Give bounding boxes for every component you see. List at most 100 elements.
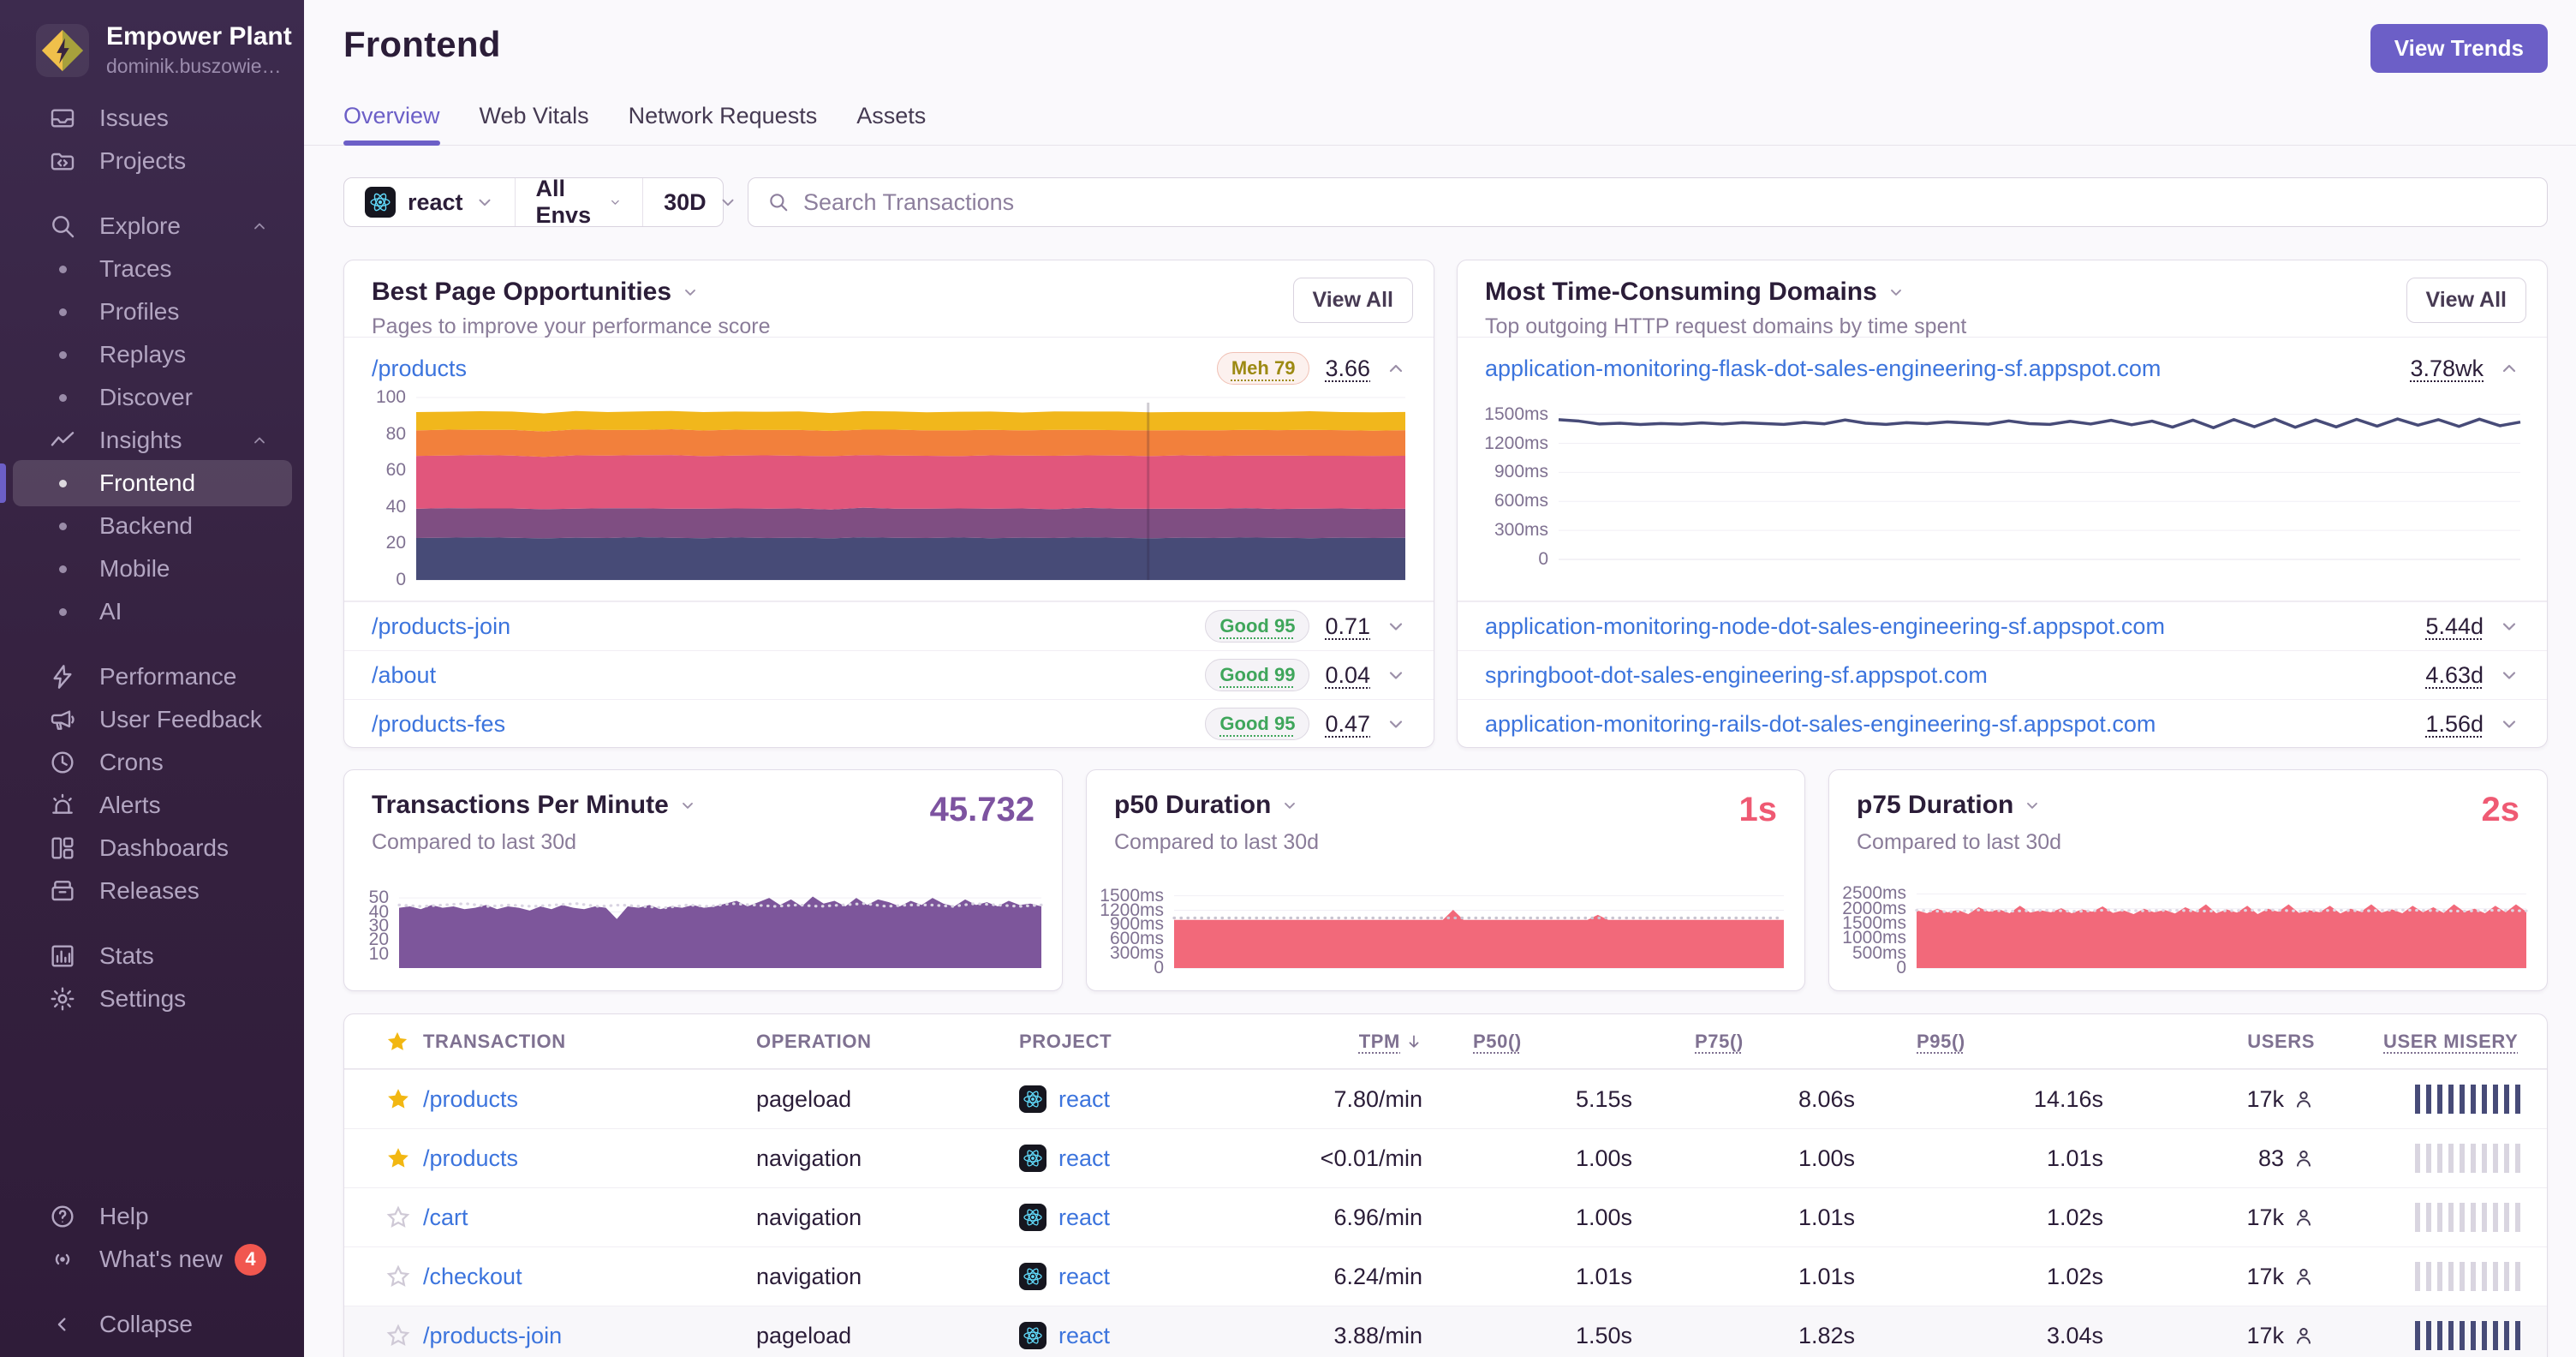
sidebar-item-dashboards[interactable]: Dashboards [0, 827, 304, 870]
transaction-link[interactable]: /products-fes [372, 711, 505, 738]
chevron-down-icon[interactable] [1281, 797, 1298, 814]
org-switcher[interactable]: Empower Plant dominik.buszowiec... [0, 0, 304, 78]
table-row[interactable]: /cart navigation react 6.96/min 1.00s 1.… [344, 1187, 2547, 1246]
domain-link[interactable]: application-monitoring-flask-dot-sales-e… [1485, 356, 2161, 382]
chevron-down-icon[interactable] [2024, 797, 2041, 814]
domain-link[interactable]: application-monitoring-rails-dot-sales-e… [1485, 711, 2156, 738]
collapse-row-icon[interactable] [1386, 358, 1406, 379]
transaction-link[interactable]: /cart [423, 1205, 468, 1230]
column-operation[interactable]: OPERATION [756, 1031, 1019, 1053]
project-link[interactable]: react [1058, 1205, 1110, 1231]
sidebar-item-insights[interactable]: Insights [0, 419, 304, 462]
sidebar-item-projects[interactable]: Projects [0, 140, 304, 182]
column-p50[interactable]: P50() [1422, 1031, 1632, 1053]
transaction-link[interactable]: /products [423, 1086, 518, 1112]
sidebar-item-frontend[interactable]: Frontend [0, 460, 304, 506]
sidebar-item-replays[interactable]: Replays [0, 333, 304, 376]
view-trends-button[interactable]: View Trends [2370, 24, 2548, 73]
table-row[interactable]: /products navigation react <0.01/min 1.0… [344, 1128, 2547, 1187]
chevron-down-icon[interactable] [682, 284, 699, 301]
chevron-down-icon[interactable] [1887, 284, 1905, 301]
transaction-link[interactable]: /products-join [372, 613, 510, 640]
transaction-link[interactable]: /about [372, 662, 436, 689]
expand-row-icon[interactable] [1386, 616, 1406, 637]
star-icon [387, 1031, 408, 1050]
sidebar-item-profiles[interactable]: Profiles [0, 290, 304, 333]
star-toggle[interactable] [385, 1323, 423, 1348]
environment-filter-dropdown[interactable]: All Envs [514, 176, 643, 228]
sidebar-item-ai[interactable]: AI [0, 590, 304, 633]
sidebar-collapse-button[interactable]: Collapse [0, 1303, 304, 1346]
sidebar-item-settings[interactable]: Settings [0, 977, 304, 1020]
domain-link[interactable]: application-monitoring-node-dot-sales-en… [1485, 613, 2165, 640]
metric-title: p75 Duration [1857, 791, 2014, 819]
column-transaction[interactable]: TRANSACTION [423, 1031, 756, 1053]
table-row[interactable]: /checkout navigation react 6.24/min 1.01… [344, 1246, 2547, 1306]
bullet-icon [58, 565, 67, 573]
sidebar-item-help[interactable]: Help [0, 1195, 304, 1238]
sidebar-item-performance[interactable]: Performance [0, 655, 304, 698]
star-toggle[interactable] [385, 1145, 423, 1171]
sidebar-item-traces[interactable]: Traces [0, 248, 304, 290]
sidebar-item-backend[interactable]: Backend [0, 505, 304, 547]
expand-row-icon[interactable] [2499, 616, 2519, 637]
sidebar-item-user-feedback[interactable]: User Feedback [0, 698, 304, 741]
column-users[interactable]: USERS [2103, 1031, 2315, 1053]
expand-row-icon[interactable] [2499, 665, 2519, 685]
sidebar-item-releases[interactable]: Releases [0, 870, 304, 912]
star-toggle[interactable] [385, 1264, 423, 1289]
column-p95[interactable]: P95() [1855, 1031, 2103, 1053]
chevron-up-icon [254, 437, 265, 444]
date-range-dropdown[interactable]: 30D [642, 178, 758, 226]
column-tpm[interactable]: TPM [1252, 1031, 1422, 1053]
column-user-misery[interactable]: USER MISERY [2315, 1031, 2521, 1053]
tab-assets[interactable]: Assets [856, 103, 926, 145]
sidebar-item-alerts[interactable]: Alerts [0, 784, 304, 827]
transaction-link[interactable]: /products [423, 1145, 518, 1171]
project-filter-dropdown[interactable]: react [344, 178, 515, 226]
star-toggle[interactable] [385, 1086, 423, 1112]
domain-link[interactable]: springboot-dot-sales-engineering-sf.apps… [1485, 662, 1988, 689]
search-transactions-input[interactable] [803, 188, 2528, 216]
tpm-cell: 6.24/min [1333, 1263, 1422, 1289]
p95-cell: 1.02s [2046, 1204, 2103, 1230]
transaction-link[interactable]: /products-join [423, 1323, 562, 1348]
project-link[interactable]: react [1058, 1323, 1110, 1349]
p75-area-chart: 2500ms 2000ms 1500ms 1000ms 500ms 0 [1829, 883, 2528, 977]
sidebar-item-stats[interactable]: Stats [0, 935, 304, 977]
project-link[interactable]: react [1058, 1264, 1110, 1290]
tab-network-requests[interactable]: Network Requests [629, 103, 818, 145]
search-box [748, 177, 2548, 227]
tab-overview[interactable]: Overview [343, 103, 440, 146]
project-link[interactable]: react [1058, 1086, 1110, 1113]
star-filled-icon [388, 1089, 408, 1109]
sidebar: Empower Plant dominik.buszowiec... Issue… [0, 0, 304, 1357]
transaction-link[interactable]: /products [372, 356, 467, 382]
column-project[interactable]: PROJECT [1019, 1031, 1252, 1053]
opportunity-row: /products-fes Good 95 0.47 [344, 699, 1434, 747]
sidebar-item-discover[interactable]: Discover [0, 376, 304, 419]
project-link[interactable]: react [1058, 1145, 1110, 1172]
expand-row-icon[interactable] [2499, 714, 2519, 734]
view-all-button[interactable]: View All [2406, 278, 2526, 323]
sidebar-item-crons[interactable]: Crons [0, 741, 304, 784]
sidebar-item-mobile[interactable]: Mobile [0, 547, 304, 590]
star-toggle[interactable] [385, 1205, 423, 1230]
transaction-link[interactable]: /checkout [423, 1264, 522, 1289]
react-project-icon [1019, 1204, 1046, 1231]
expand-row-icon[interactable] [1386, 714, 1406, 734]
panel-title: Most Time-Consuming Domains [1485, 278, 1877, 306]
collapse-row-icon[interactable] [2499, 358, 2519, 379]
users-count: 17k [2246, 1085, 2284, 1112]
sidebar-item-whats-new[interactable]: What's new 4 [0, 1238, 304, 1281]
table-row[interactable]: /products-join pageload react 3.88/min 1… [344, 1306, 2547, 1357]
user-misery-bars [2415, 1203, 2521, 1232]
chevron-down-icon[interactable] [679, 797, 696, 814]
table-row[interactable]: /products pageload react 7.80/min 5.15s … [344, 1069, 2547, 1128]
tab-web-vitals[interactable]: Web Vitals [480, 103, 589, 145]
sidebar-item-issues[interactable]: Issues [0, 97, 304, 140]
sidebar-item-explore[interactable]: Explore [0, 205, 304, 248]
column-p75[interactable]: P75() [1632, 1031, 1855, 1053]
view-all-button[interactable]: View All [1292, 278, 1413, 323]
expand-row-icon[interactable] [1386, 665, 1406, 685]
